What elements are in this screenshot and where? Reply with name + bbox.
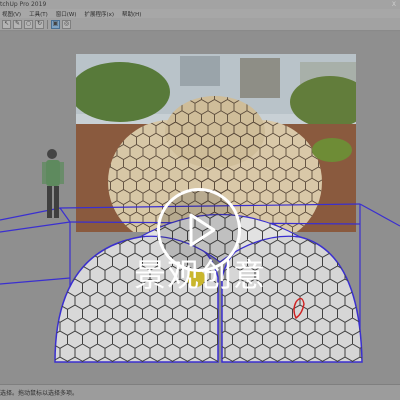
toolbar: ↖ ✎ ○ ↻ ▣ ◎ bbox=[0, 18, 400, 31]
menu-item-window[interactable]: 窗口(W) bbox=[56, 10, 77, 18]
select-icon[interactable]: ▣ bbox=[51, 19, 60, 29]
close-icon[interactable]: X bbox=[392, 0, 396, 9]
orbit-icon[interactable]: ◎ bbox=[62, 19, 71, 29]
menu-item-help[interactable]: 帮助(H) bbox=[122, 10, 141, 18]
status-bar: 选择。拖动鼠标以选择多项。 bbox=[0, 384, 400, 400]
menu-item-tools[interactable]: 工具(T) bbox=[29, 10, 48, 18]
video-caption: 景观创意 bbox=[133, 256, 266, 294]
title-bar: tchUp Pro 2019 X bbox=[0, 0, 400, 9]
model-viewport[interactable] bbox=[0, 32, 400, 384]
arrow-icon[interactable]: ↖ bbox=[2, 19, 11, 29]
circle-icon[interactable]: ○ bbox=[24, 19, 33, 29]
toolbar-separator bbox=[47, 19, 48, 29]
window-title: tchUp Pro 2019 bbox=[0, 1, 47, 8]
pencil-icon[interactable]: ✎ bbox=[13, 19, 22, 29]
rotate-icon[interactable]: ↻ bbox=[35, 19, 44, 29]
menu-bar: 视图(V) 工具(T) 窗口(W) 扩展程序(x) 帮助(H) bbox=[0, 9, 400, 18]
menu-item-view[interactable]: 视图(V) bbox=[2, 10, 21, 18]
menu-item-extensions[interactable]: 扩展程序(x) bbox=[84, 10, 114, 18]
status-text: 选择。拖动鼠标以选择多项。 bbox=[0, 390, 79, 397]
